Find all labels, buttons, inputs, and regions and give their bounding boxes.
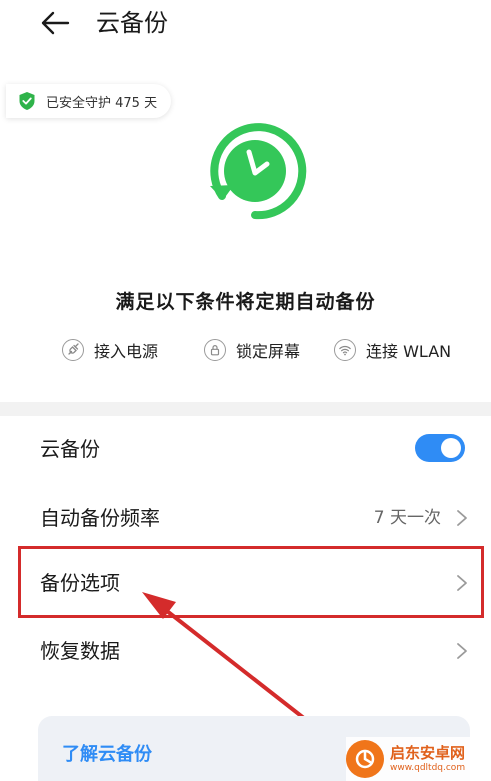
- header: 云备份: [0, 0, 491, 50]
- chevron-right-icon: [457, 643, 467, 659]
- watermark-logo-icon: [346, 740, 384, 778]
- restore-data-label: 恢复数据: [40, 639, 120, 663]
- condition-label: 接入电源: [94, 342, 159, 361]
- cloud-backup-toggle[interactable]: [415, 434, 465, 462]
- section-divider: [0, 402, 491, 416]
- lock-icon: [204, 339, 226, 361]
- watermark-name: 启东安卓网: [390, 744, 466, 762]
- site-watermark: 启东安卓网 www.qdltdq.com: [346, 737, 491, 781]
- protection-days-text: 已安全守护 475 天: [46, 95, 158, 111]
- condition-lock: 锁定屏幕: [204, 337, 300, 363]
- backup-frequency-value: 7 天一次: [373, 508, 441, 528]
- backup-options-label: 备份选项: [40, 571, 120, 595]
- shield-check-icon: [18, 91, 36, 111]
- condition-power: 接入电源: [62, 337, 158, 363]
- watermark-url: www.qdltdq.com: [390, 763, 466, 773]
- toggle-knob: [441, 438, 461, 458]
- chevron-right-icon: [457, 575, 467, 591]
- learn-cloud-backup-link[interactable]: 了解云备份: [62, 740, 152, 766]
- backup-frequency-row[interactable]: 自动备份频率 7 天一次: [0, 487, 491, 549]
- page-title: 云备份: [96, 9, 168, 37]
- backup-frequency-label: 自动备份频率: [40, 506, 160, 530]
- plug-icon: [62, 339, 84, 361]
- arrow-left-icon: [41, 11, 70, 35]
- chevron-right-icon: [457, 510, 467, 526]
- clock-refresh-illustration: [196, 112, 314, 230]
- backup-options-row[interactable]: 备份选项: [0, 552, 491, 614]
- restore-data-row[interactable]: 恢复数据: [0, 620, 491, 682]
- cloud-backup-screen: 云备份 已安全守护 475 天 满足以下条件将定期自动备份 接入电源 锁定屏幕 …: [0, 0, 491, 781]
- cloud-backup-label: 云备份: [40, 437, 100, 461]
- condition-label: 锁定屏幕: [236, 342, 301, 361]
- back-button[interactable]: [36, 6, 74, 40]
- wifi-icon: [334, 339, 356, 361]
- condition-label: 连接 WLAN: [366, 342, 452, 361]
- protection-badge: 已安全守护 475 天: [6, 84, 172, 118]
- condition-wlan: 连接 WLAN: [334, 337, 451, 363]
- conditions-title: 满足以下条件将定期自动备份: [115, 291, 376, 313]
- watermark-text: 启东安卓网 www.qdltdq.com: [390, 744, 465, 774]
- clock-refresh-icon: [210, 123, 307, 220]
